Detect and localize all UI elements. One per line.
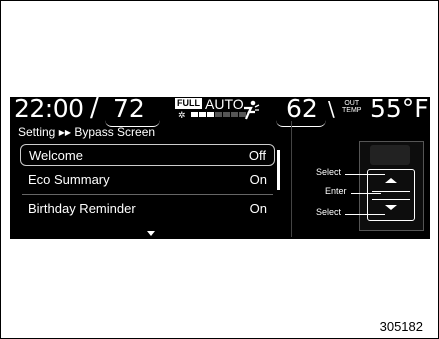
menu-item-label: Birthday Reminder — [28, 201, 136, 216]
menu-item-label: Eco Summary — [28, 172, 110, 187]
menu-item-value: On — [249, 172, 267, 187]
down-arrow-icon[interactable] — [385, 205, 397, 210]
breadcrumb: Setting ▶▶ Bypass Screen — [18, 125, 155, 139]
leader-line — [345, 214, 385, 215]
leader-line — [345, 174, 385, 175]
menu-item-birthday-reminder[interactable]: Birthday Reminder On — [20, 195, 275, 224]
control-panel-shade — [370, 145, 410, 165]
scrollbar[interactable] — [277, 150, 280, 190]
leader-line — [351, 193, 381, 194]
auto-label: AUTO — [205, 97, 244, 112]
select-down-label: Select — [316, 207, 342, 217]
fan-level-bar — [191, 112, 198, 117]
fan-level-bar — [231, 112, 238, 117]
enter-label: Enter — [325, 186, 347, 196]
outside-temp-value: 55°F — [370, 97, 429, 123]
breadcrumb-current: Bypass Screen — [74, 125, 156, 139]
menu-item-value: Off — [248, 148, 266, 163]
divider-slash: / — [90, 97, 99, 123]
menu-item-welcome[interactable]: Welcome Off — [20, 144, 275, 166]
airflow-icon — [244, 100, 260, 120]
panel-divider — [291, 121, 292, 237]
temp-underline-right — [276, 120, 326, 127]
menu-item-value: On — [249, 201, 267, 216]
chevron-down-icon[interactable] — [147, 231, 155, 236]
fan-level-bar — [223, 112, 230, 117]
settings-menu: Welcome Off Eco Summary On Birthday Remi… — [20, 144, 275, 224]
clock: 22:00 — [14, 97, 84, 123]
figure-number: 305182 — [379, 319, 423, 334]
breadcrumb-separator: ▶▶ — [58, 128, 72, 137]
divider-slash-right: \ — [328, 97, 335, 121]
fan-level-bar — [199, 112, 206, 117]
fan-level-bar — [215, 112, 222, 117]
breadcrumb-parent: Setting — [18, 125, 56, 139]
fan-speed-indicator — [191, 112, 246, 117]
select-up-label: Select — [316, 167, 342, 177]
display-screen: 22:00 / 72 FULL AUTO ✲ 62 \ OUT TEMP 55°… — [10, 97, 430, 239]
fan-level-bar — [207, 112, 214, 117]
menu-item-eco-summary[interactable]: Eco Summary On — [20, 166, 275, 195]
menu-item-label: Welcome — [29, 148, 83, 163]
full-badge: FULL — [175, 98, 202, 109]
out-temp-label: OUT TEMP — [342, 100, 362, 114]
up-arrow-icon[interactable] — [385, 178, 397, 183]
fan-icon: ✲ — [178, 110, 186, 120]
